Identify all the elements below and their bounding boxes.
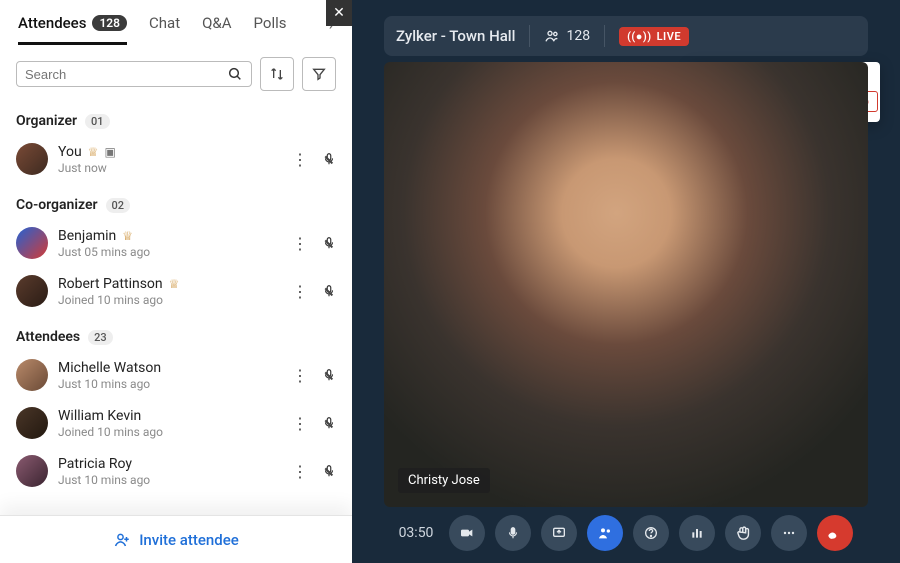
section-count: 23 xyxy=(88,330,113,345)
section-count: 01 xyxy=(85,114,110,129)
participants-button[interactable] xyxy=(587,515,623,551)
attendee-row: Benjamin ♕ Just 05 mins ago ⋮ xyxy=(16,219,336,267)
search-icon xyxy=(227,66,243,82)
broadcast-icon: ((●)) xyxy=(627,30,652,43)
speaker-nametag: Christy Jose xyxy=(398,468,490,493)
attendee-row: William Kevin Joined 10 mins ago ⋮ xyxy=(16,399,336,447)
more-icon[interactable]: ⋮ xyxy=(292,462,308,481)
section-coorganizer: Co-organizer 02 xyxy=(16,197,336,213)
avatar xyxy=(16,143,48,175)
attendee-name: Robert Pattinson xyxy=(58,276,163,292)
crown-icon: ♕ xyxy=(122,229,133,243)
presenter-icon: ▣ xyxy=(104,145,115,159)
sidebar-tabs: Attendees 128 Chat Q&A Polls › xyxy=(0,0,352,45)
mic-muted-icon[interactable] xyxy=(322,463,336,479)
attendee-sub: Just 05 mins ago xyxy=(58,245,282,259)
attendee-name: William Kevin xyxy=(58,408,141,424)
attendee-row: Robert Pattinson ♕ Joined 10 mins ago ⋮ xyxy=(16,267,336,315)
more-icon[interactable]: ⋮ xyxy=(292,366,308,385)
reactions-button[interactable] xyxy=(725,515,761,551)
crown-icon: ♕ xyxy=(88,145,99,159)
more-icon[interactable]: ⋮ xyxy=(292,414,308,433)
live-badge[interactable]: ((●)) LIVE xyxy=(619,27,689,46)
attendee-sub: Just 10 mins ago xyxy=(58,473,282,487)
tab-attendees[interactable]: Attendees 128 xyxy=(18,14,127,45)
polls-button[interactable] xyxy=(679,515,715,551)
attendee-row: Patricia Roy Just 10 mins ago ⋮ xyxy=(16,447,336,495)
avatar xyxy=(16,227,48,259)
end-call-button[interactable] xyxy=(817,515,853,551)
mic-muted-icon[interactable] xyxy=(322,415,336,431)
section-organizer: Organizer 01 xyxy=(16,113,336,129)
close-icon[interactable]: ✕ xyxy=(326,0,352,26)
attendee-sub: Just now xyxy=(58,161,282,175)
invite-attendee-button[interactable]: Invite attendee xyxy=(0,515,352,563)
sort-button[interactable] xyxy=(260,57,294,91)
attendee-name: Benjamin xyxy=(58,228,116,244)
tab-polls[interactable]: Polls xyxy=(254,14,287,45)
meeting-stage: Zylker - Town Hall 128 ((●)) LIVE LIVE S… xyxy=(352,0,900,563)
search-input[interactable] xyxy=(25,67,227,82)
tab-label: Attendees xyxy=(18,14,86,32)
avatar xyxy=(16,455,48,487)
section-count: 02 xyxy=(106,198,131,213)
more-icon[interactable]: ⋮ xyxy=(292,150,308,169)
mic-muted-icon[interactable] xyxy=(322,283,336,299)
crown-icon: ♕ xyxy=(169,277,180,291)
count-value: 128 xyxy=(566,28,590,44)
mic-muted-icon[interactable] xyxy=(322,151,336,167)
avatar xyxy=(16,359,48,391)
mic-muted-icon[interactable] xyxy=(322,367,336,383)
meeting-controls: 03:50 xyxy=(352,511,900,555)
active-speaker-video: Christy Jose xyxy=(384,62,868,507)
meeting-topbar: Zylker - Town Hall 128 ((●)) LIVE xyxy=(384,16,868,56)
live-label: LIVE xyxy=(657,30,681,43)
more-icon[interactable]: ⋮ xyxy=(292,234,308,253)
section-title: Attendees xyxy=(16,329,80,345)
add-user-icon xyxy=(113,531,131,549)
section-title: Organizer xyxy=(16,113,77,129)
attendee-name: Patricia Roy xyxy=(58,456,132,472)
attendee-name: You xyxy=(58,144,82,160)
meeting-title: Zylker - Town Hall xyxy=(396,27,515,45)
attendee-sub: Just 10 mins ago xyxy=(58,377,282,391)
avatar xyxy=(16,275,48,307)
tab-chat[interactable]: Chat xyxy=(149,14,180,45)
attendee-row: You ♕ ▣ Just now ⋮ xyxy=(16,135,336,183)
section-title: Co-organizer xyxy=(16,197,98,213)
search-input-wrap[interactable] xyxy=(16,61,252,87)
avatar xyxy=(16,407,48,439)
separator xyxy=(529,25,530,47)
more-button[interactable] xyxy=(771,515,807,551)
attendee-row: Michelle Watson Just 10 mins ago ⋮ xyxy=(16,351,336,399)
attendee-count-pill: 128 xyxy=(92,15,127,31)
attendees-panel: ✕ Attendees 128 Chat Q&A Polls › xyxy=(0,0,352,563)
mic-button[interactable] xyxy=(495,515,531,551)
mic-muted-icon[interactable] xyxy=(322,235,336,251)
attendee-name: Michelle Watson xyxy=(58,360,161,376)
camera-button[interactable] xyxy=(449,515,485,551)
elapsed-time: 03:50 xyxy=(399,525,434,541)
section-attendees: Attendees 23 xyxy=(16,329,336,345)
separator xyxy=(604,25,605,47)
attendee-sub: Joined 10 mins ago xyxy=(58,293,282,307)
more-icon[interactable]: ⋮ xyxy=(292,282,308,301)
attendee-sub: Joined 10 mins ago xyxy=(58,425,282,439)
filter-button[interactable] xyxy=(302,57,336,91)
attendee-count[interactable]: 128 xyxy=(544,28,590,44)
qa-button[interactable] xyxy=(633,515,669,551)
people-icon xyxy=(544,28,560,44)
invite-label: Invite attendee xyxy=(139,531,239,549)
share-screen-button[interactable] xyxy=(541,515,577,551)
tab-qa[interactable]: Q&A xyxy=(202,14,231,45)
